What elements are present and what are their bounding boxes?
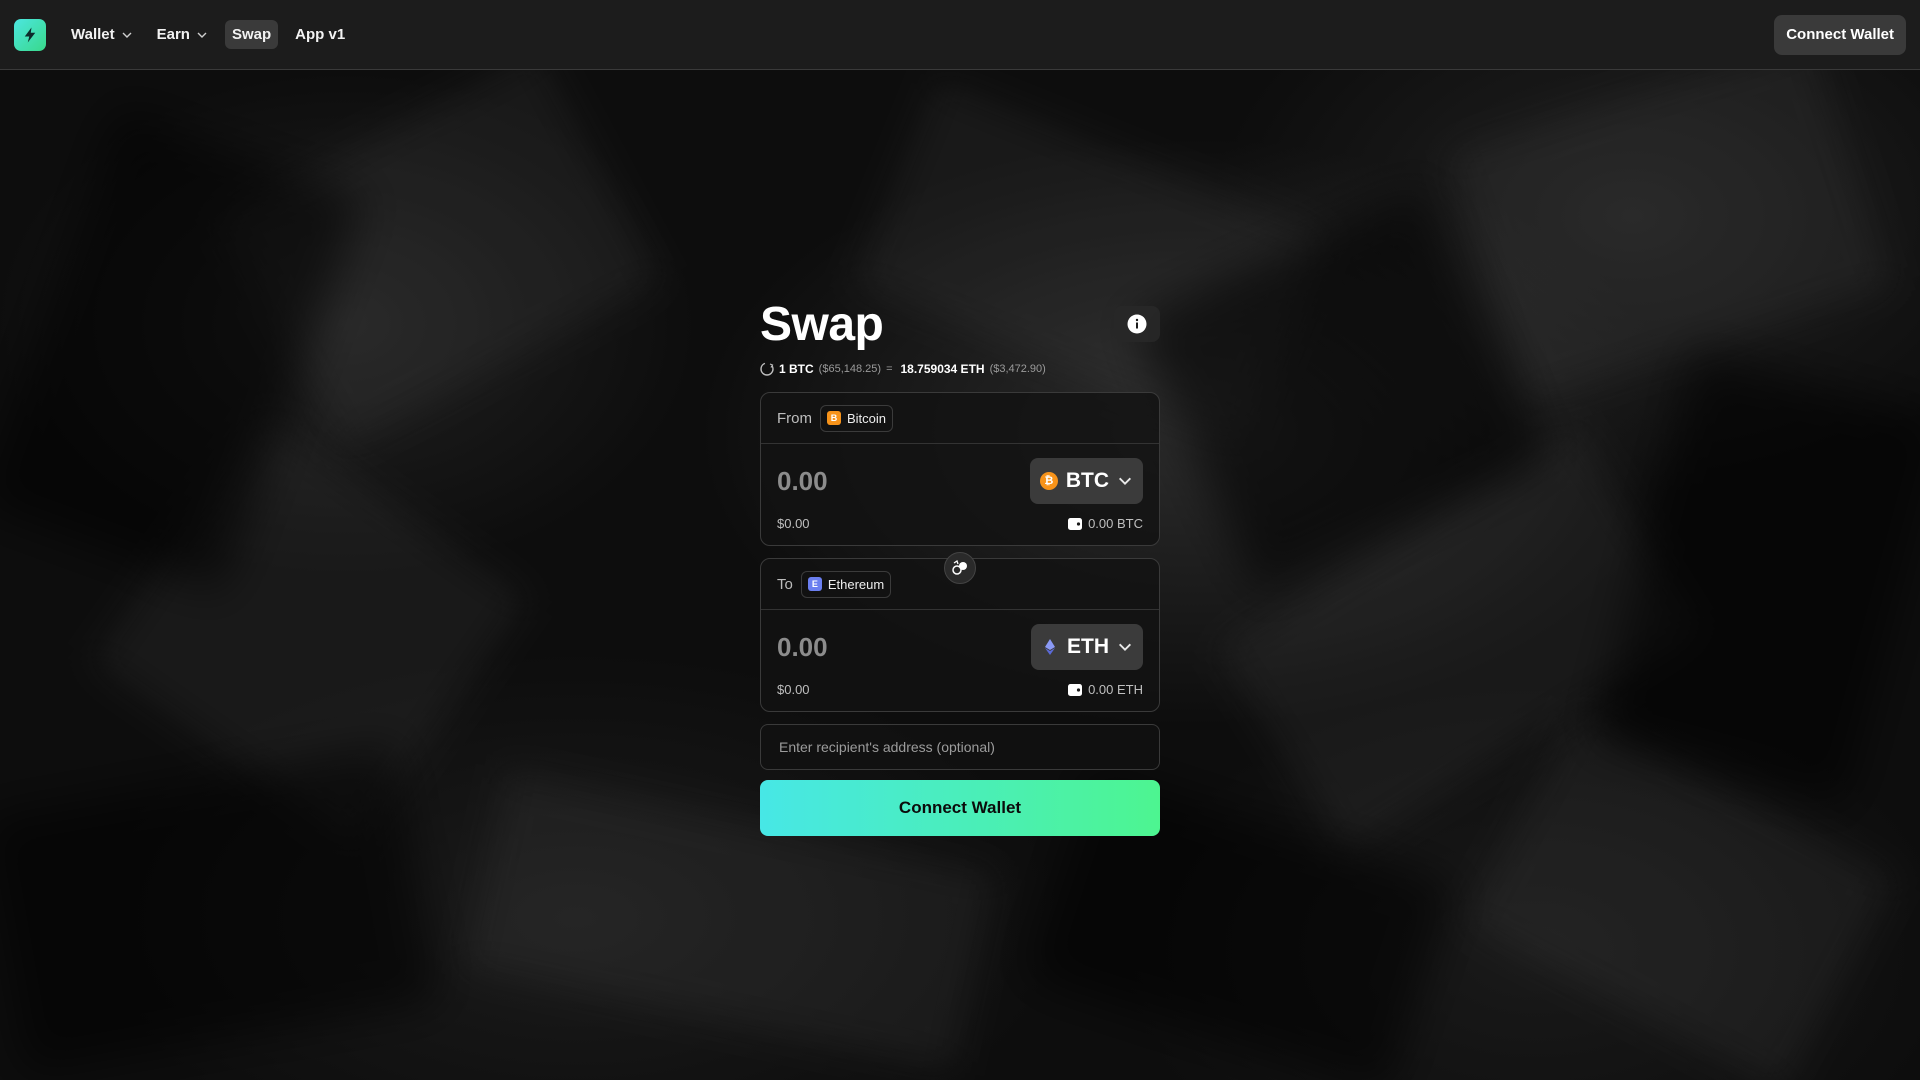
info-button[interactable] [1114,306,1160,342]
wallet-icon [1068,683,1083,696]
to-token-symbol: ETH [1067,635,1109,658]
nav-app-v1-label: App v1 [295,26,346,43]
refresh-icon[interactable] [760,362,774,376]
btc-icon: ₿ [1039,472,1058,490]
from-usd-value: $0.00 [777,516,810,531]
to-balance-value: 0.00 ETH [1088,682,1143,697]
wallet-icon [1068,517,1083,530]
to-label: To [777,575,793,593]
swap-direction-button[interactable] [944,552,976,584]
chevron-down-icon [1119,477,1131,485]
from-chain-name: Bitcoin [847,410,887,426]
info-icon [1127,314,1147,334]
from-token-symbol: BTC [1065,469,1109,492]
to-chain-selector[interactable]: E Ethereum [800,570,892,598]
nav-swap[interactable]: Swap [224,20,279,49]
connect-wallet-button[interactable]: Connect Wallet [760,780,1160,836]
rate-base-usd: ($65,148.25) [818,363,882,375]
nav-earn-label: Earn [156,26,190,43]
to-token-selector[interactable]: ETH [1031,624,1143,670]
from-balance-value: 0.00 BTC [1088,516,1143,531]
nav-swap-label: Swap [231,26,272,43]
rate-quote-amount: 18.759034 ETH [900,362,985,376]
nav-wallet[interactable]: Wallet [64,20,140,49]
from-balance[interactable]: 0.00 BTC [1068,516,1143,531]
ethereum-icon: E [807,577,822,591]
nav-wallet-label: Wallet [71,26,115,43]
bitcoin-icon: B [827,411,841,425]
nav-connect-wallet-button[interactable]: Connect Wallet [1774,14,1906,55]
eth-icon [1045,639,1055,655]
swap-panel: Swap 1 BTC ($65,148.25) = 18.759034 ETH … [760,296,1160,836]
from-chain-selector[interactable]: B Bitcoin [820,404,894,432]
nav-earn[interactable]: Earn [150,20,215,49]
recipient-address-input[interactable] [760,724,1160,770]
to-usd-value: $0.00 [777,682,810,697]
bolt-icon [24,27,36,42]
rate-quote-usd: ($3,472.90) [989,363,1046,375]
from-label: From [777,409,812,427]
to-chain-name: Ethereum [827,576,885,592]
top-nav: Wallet Earn Swap App v1 Connect Wallet [0,0,1920,70]
from-token-selector[interactable]: ₿ BTC [1029,458,1143,504]
from-amount-input[interactable]: 0.00 [777,466,828,497]
rate-equals: = [886,363,893,375]
page-title: Swap [760,297,884,351]
exchange-rate: 1 BTC ($65,148.25) = 18.759034 ETH ($3,4… [760,362,1160,376]
chevron-down-icon [1119,643,1131,651]
rate-base-amount: 1 BTC [779,362,814,376]
app-logo[interactable] [14,18,46,51]
to-amount-input[interactable]: 0.00 [777,632,828,663]
chevron-down-icon [122,32,132,38]
swap-direction-icon [952,559,967,575]
nav-app-v1[interactable]: App v1 [288,20,352,49]
to-balance[interactable]: 0.00 ETH [1068,682,1143,697]
from-card: From B Bitcoin 0.00 ₿ BTC $0.00 0.00 BTC [760,392,1160,546]
chevron-down-icon [197,32,207,38]
